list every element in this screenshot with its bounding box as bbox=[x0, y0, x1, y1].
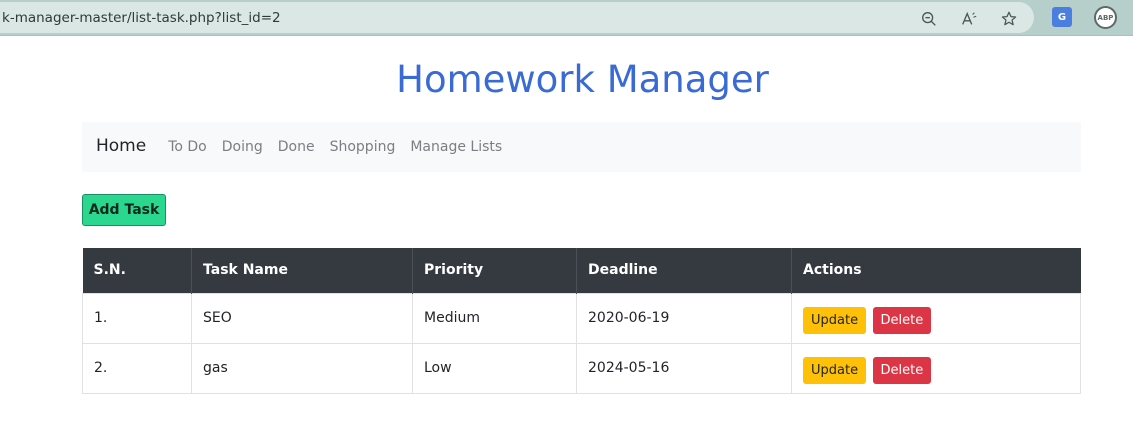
task-actions: Update Delete bbox=[791, 342, 1081, 394]
nav-link-todo[interactable]: To Do bbox=[168, 139, 207, 155]
url-text[interactable]: k-manager-master/list-task.php?list_id=2 bbox=[2, 10, 281, 26]
task-priority: Medium bbox=[412, 292, 577, 344]
task-sn: 1. bbox=[82, 292, 192, 344]
table-header-row: S.N. Task Name Priority Deadline Actions bbox=[82, 248, 1081, 293]
translate-extension-icon[interactable]: G bbox=[1052, 7, 1072, 27]
nav-link-done[interactable]: Done bbox=[278, 139, 315, 155]
read-aloud-icon[interactable] bbox=[958, 8, 980, 30]
task-name: gas bbox=[191, 342, 413, 394]
table-row: 2. gas Low 2024-05-16 Update Delete bbox=[82, 342, 1081, 394]
nav-link-manage-lists[interactable]: Manage Lists bbox=[410, 139, 502, 155]
delete-button[interactable]: Delete bbox=[872, 306, 932, 334]
task-deadline: 2024-05-16 bbox=[576, 342, 792, 394]
column-header-actions: Actions bbox=[791, 248, 1081, 293]
task-priority: Low bbox=[412, 342, 577, 394]
adblock-plus-icon[interactable]: ABP bbox=[1094, 6, 1117, 29]
nav-link-doing[interactable]: Doing bbox=[222, 139, 263, 155]
page-title: Homework Manager bbox=[396, 58, 769, 101]
task-sn: 2. bbox=[82, 342, 192, 394]
address-bar[interactable]: k-manager-master/list-task.php?list_id=2 bbox=[0, 2, 1034, 33]
main-navbar: Home To Do Doing Done Shopping Manage Li… bbox=[82, 122, 1081, 172]
delete-button[interactable]: Delete bbox=[872, 356, 932, 384]
nav-home-link[interactable]: Home bbox=[96, 136, 146, 156]
nav-link-shopping[interactable]: Shopping bbox=[330, 139, 396, 155]
task-table: S.N. Task Name Priority Deadline Actions… bbox=[82, 248, 1081, 394]
task-actions: Update Delete bbox=[791, 292, 1081, 344]
favorite-star-icon[interactable] bbox=[998, 8, 1020, 30]
add-task-button[interactable]: Add Task bbox=[82, 194, 166, 226]
column-header-deadline: Deadline bbox=[576, 248, 792, 293]
column-header-priority: Priority bbox=[412, 248, 577, 293]
task-name: SEO bbox=[191, 292, 413, 344]
task-deadline: 2020-06-19 bbox=[576, 292, 792, 344]
table-row: 1. SEO Medium 2020-06-19 Update Delete bbox=[82, 292, 1081, 344]
column-header-task-name: Task Name bbox=[191, 248, 413, 293]
column-header-sn: S.N. bbox=[82, 248, 192, 293]
update-button[interactable]: Update bbox=[803, 306, 867, 334]
zoom-out-icon[interactable] bbox=[918, 8, 940, 30]
update-button[interactable]: Update bbox=[803, 356, 867, 384]
browser-toolbar: k-manager-master/list-task.php?list_id=2… bbox=[0, 0, 1133, 36]
